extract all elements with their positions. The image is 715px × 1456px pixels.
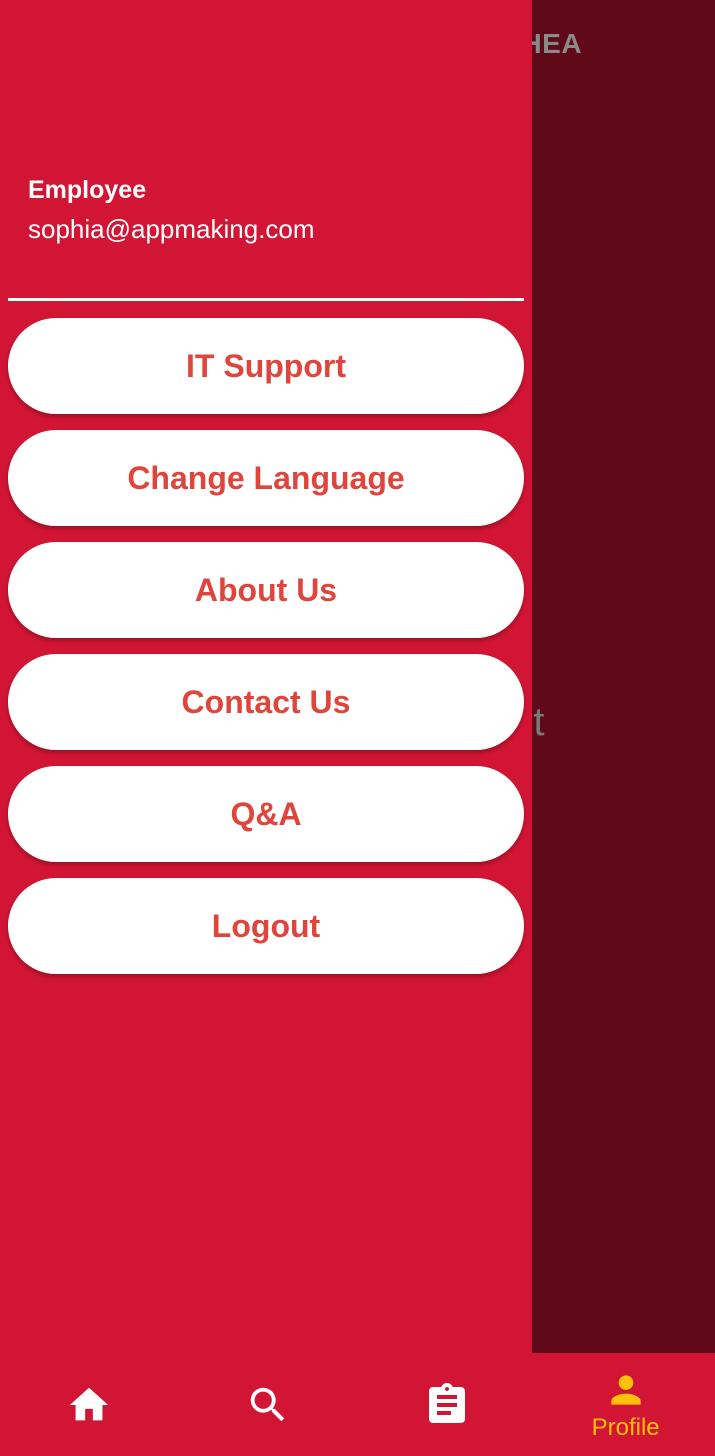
- home-icon: [66, 1382, 112, 1428]
- nav-item-home[interactable]: [0, 1353, 179, 1456]
- nav-item-profile[interactable]: Profile: [536, 1353, 715, 1456]
- bottom-navigation: Profile: [0, 1353, 715, 1456]
- contact-us-button[interactable]: Contact Us: [8, 654, 524, 750]
- it-support-button[interactable]: IT Support: [8, 318, 524, 414]
- nav-item-search[interactable]: [179, 1353, 358, 1456]
- user-role: Employee: [28, 176, 147, 204]
- nav-item-tasks[interactable]: [358, 1353, 537, 1456]
- drawer-divider: [8, 298, 524, 301]
- qa-button[interactable]: Q&A: [8, 766, 524, 862]
- search-icon: [245, 1382, 291, 1428]
- change-language-button[interactable]: Change Language: [8, 430, 524, 526]
- navigation-drawer: Employee sophia@appmaking.com IT Support…: [0, 0, 532, 1353]
- logout-button[interactable]: Logout: [8, 878, 524, 974]
- nav-label-profile: Profile: [591, 1413, 660, 1441]
- about-us-button[interactable]: About Us: [8, 542, 524, 638]
- clipboard-icon: [423, 1381, 471, 1429]
- drawer-header: Employee sophia@appmaking.com: [0, 0, 532, 276]
- drawer-menu: IT Support Change Language About Us Cont…: [8, 318, 524, 990]
- user-email: sophia@appmaking.com: [28, 214, 315, 244]
- person-icon: [604, 1368, 648, 1412]
